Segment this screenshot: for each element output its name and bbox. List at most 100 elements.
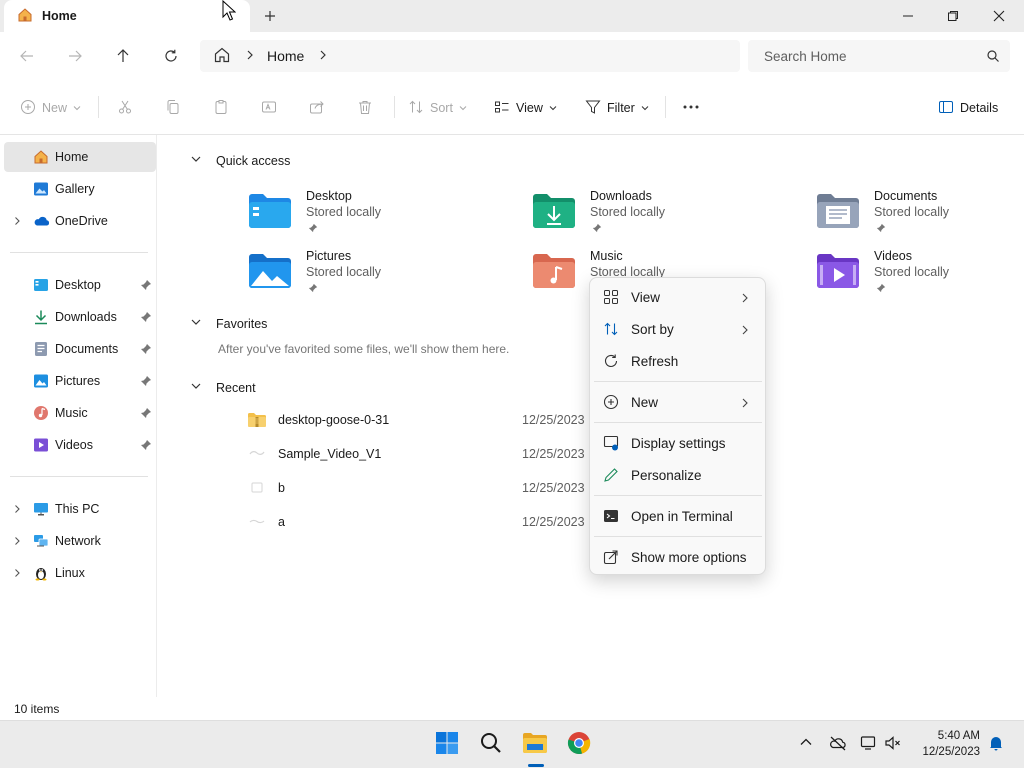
file-date: 12/25/2023 (522, 447, 585, 461)
menu-item-refresh[interactable]: Refresh (594, 346, 761, 376)
chevron-down-icon[interactable] (190, 153, 202, 168)
status-bar: 10 items (0, 697, 1024, 720)
documents-folder-icon (816, 193, 860, 232)
sidebar-item-documents[interactable]: Documents (4, 334, 156, 364)
recent-header[interactable]: Recent (190, 380, 256, 395)
chevron-right-icon[interactable] (318, 49, 328, 63)
chevron-down-icon[interactable] (190, 380, 202, 395)
rename-icon (261, 99, 277, 118)
chevron-up-icon[interactable] (799, 735, 813, 752)
videos-folder-icon (816, 253, 860, 292)
breadcrumb-home[interactable]: Home (267, 48, 304, 64)
quick-access-desktop[interactable]: Desktop Stored locally (248, 189, 508, 245)
taskbar-chrome[interactable] (562, 727, 596, 761)
volume-muted-icon[interactable] (884, 735, 902, 754)
maximize-button[interactable] (930, 0, 976, 32)
quick-access-pictures[interactable]: Pictures Stored locally (248, 249, 508, 305)
desktop-icon (33, 277, 49, 296)
downloads-icon (33, 309, 49, 328)
desktop-folder-icon (248, 193, 292, 232)
favorites-header[interactable]: Favorites (190, 316, 267, 331)
sidebar-item-music[interactable]: Music (4, 398, 156, 428)
menu-item-label: Sort by (631, 322, 674, 337)
share-button[interactable] (309, 97, 325, 119)
menu-item-view[interactable]: View (594, 282, 761, 312)
rename-button[interactable] (261, 97, 277, 119)
taskbar-file-explorer[interactable] (518, 727, 552, 761)
new-button[interactable]: New (20, 97, 81, 119)
folder-name: Downloads (590, 189, 652, 203)
menu-separator (594, 422, 762, 423)
clipboard-icon (213, 99, 229, 118)
sidebar-item-videos[interactable]: Videos (4, 430, 156, 460)
sidebar-item-label: Documents (55, 342, 119, 356)
menu-item-open-in-terminal[interactable]: Open in Terminal (594, 501, 761, 531)
sidebar-item-this-pc[interactable]: This PC (4, 494, 156, 524)
menu-item-show-more-options[interactable]: Show more options (594, 542, 761, 572)
cut-button[interactable] (117, 97, 133, 119)
plus-circle-icon (603, 394, 619, 413)
quick-access-downloads[interactable]: Downloads Stored locally (532, 189, 792, 245)
sidebar-item-network[interactable]: Network (4, 526, 156, 556)
quick-access-header[interactable]: Quick access (190, 153, 290, 168)
sort-icon (408, 99, 424, 118)
quick-access-videos[interactable]: Videos Stored locally (816, 249, 1024, 305)
close-button[interactable] (976, 0, 1022, 32)
clock-date[interactable]: 12/25/2023 (914, 746, 980, 758)
details-button[interactable]: Details (938, 97, 998, 119)
home-outline-icon[interactable] (213, 46, 231, 67)
chevron-right-icon[interactable] (12, 567, 22, 581)
search-input[interactable]: Search Home (748, 40, 1010, 72)
chevron-right-icon[interactable] (12, 503, 22, 517)
sidebar-item-onedrive[interactable]: OneDrive (4, 206, 156, 236)
chevron-down-icon (549, 101, 557, 115)
sidebar-divider (10, 476, 148, 477)
tab-home[interactable]: Home (4, 0, 250, 32)
menu-item-personalize[interactable]: Personalize (594, 460, 761, 490)
start-button[interactable] (430, 727, 464, 761)
sidebar-item-downloads[interactable]: Downloads (4, 302, 156, 332)
menu-item-sort-by[interactable]: Sort by (594, 314, 761, 344)
copy-button[interactable] (165, 97, 181, 119)
folder-status: Stored locally (306, 205, 382, 219)
quick-access-documents[interactable]: Documents Stored locally (816, 189, 1024, 245)
chevron-down-icon (459, 101, 467, 115)
sidebar-item-label: OneDrive (55, 214, 108, 228)
chevron-right-icon[interactable] (12, 215, 22, 229)
chevron-down-icon[interactable] (190, 316, 202, 331)
notification-bell-icon[interactable] (988, 735, 1004, 754)
menu-separator (594, 381, 762, 382)
minimize-button[interactable] (885, 0, 931, 32)
sidebar-item-pictures[interactable]: Pictures (4, 366, 156, 396)
network-status-icon[interactable] (860, 735, 878, 754)
chevron-right-icon[interactable] (12, 535, 22, 549)
chevron-down-icon (73, 101, 81, 115)
sidebar-item-desktop[interactable]: Desktop (4, 270, 156, 300)
more-options-button[interactable] (682, 97, 700, 119)
sidebar-item-linux[interactable]: Linux (4, 558, 156, 588)
sidebar-item-gallery[interactable]: Gallery (4, 174, 156, 204)
clock-time[interactable]: 5:40 AM (930, 730, 980, 742)
up-button[interactable] (111, 44, 135, 68)
pin-icon (140, 311, 152, 326)
windows-logo-icon (435, 731, 459, 758)
address-bar[interactable]: Home (200, 40, 740, 72)
view-button[interactable]: View (494, 97, 557, 119)
sidebar-item-home[interactable]: Home (4, 142, 156, 172)
back-button[interactable] (15, 44, 39, 68)
new-tab-icon[interactable] (262, 8, 278, 24)
refresh-button[interactable] (159, 44, 183, 68)
forward-button[interactable] (63, 44, 87, 68)
menu-item-new[interactable]: New (594, 387, 761, 417)
chevron-right-icon[interactable] (245, 49, 255, 63)
terminal-icon (603, 508, 619, 527)
sort-button[interactable]: Sort (408, 97, 467, 119)
taskbar-search-button[interactable] (474, 727, 508, 761)
onedrive-offline-icon[interactable] (829, 735, 847, 754)
folder-name: Music (590, 249, 623, 263)
filter-button[interactable]: Filter (585, 97, 649, 119)
menu-item-display-settings[interactable]: Display settings (594, 428, 761, 458)
delete-button[interactable] (357, 97, 373, 119)
sidebar-item-label: Downloads (55, 310, 117, 324)
paste-button[interactable] (213, 97, 229, 119)
